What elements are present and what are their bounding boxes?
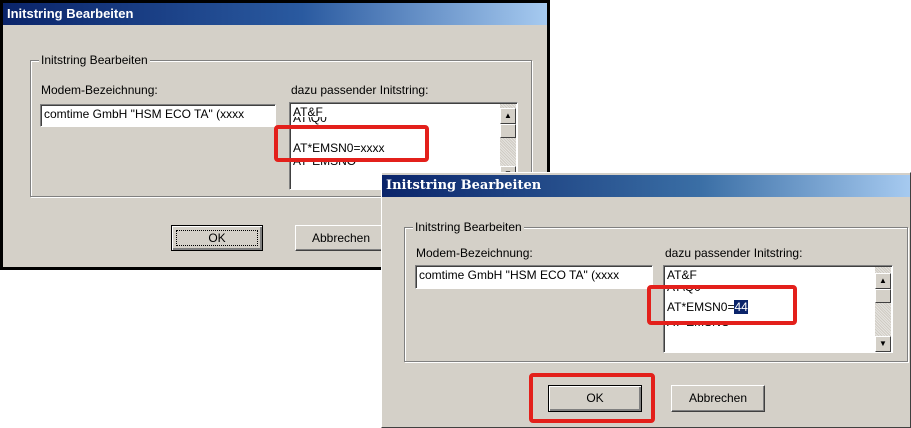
initstring-line: AT&F (667, 268, 697, 282)
scroll-up-button[interactable]: ▲ (875, 273, 891, 289)
group-label: Initstring Bearbeiten (39, 53, 150, 67)
ok-button[interactable]: OK (171, 225, 263, 251)
modem-label: Modem-Bezeichnung: (41, 83, 158, 97)
modem-input[interactable]: comtime GmbH "HSM ECO TA" (xxxx (415, 265, 653, 289)
cancel-button-label: Abbrechen (311, 231, 371, 245)
initstring-line: AT\Q0 (293, 117, 327, 125)
ok-button-label: OK (208, 231, 226, 245)
annotation-highlight (274, 125, 429, 162)
dialog-title: Initstring Bearbeiten (382, 175, 910, 197)
scroll-up-button[interactable]: ▲ (500, 108, 516, 124)
modem-input[interactable]: comtime GmbH "HSM ECO TA" (xxxx (40, 104, 276, 127)
scroll-down-button[interactable]: ▼ (875, 336, 891, 352)
cancel-button[interactable]: Abbrechen (671, 385, 765, 412)
initstring-label: dazu passender Initstring: (291, 83, 429, 97)
scroll-thumb[interactable] (500, 124, 516, 138)
dialog-title: Initstring Bearbeiten (3, 3, 547, 25)
cancel-button-label: Abbrechen (688, 391, 748, 405)
annotation-highlight (529, 373, 655, 423)
modem-label: Modem-Bezeichnung: (416, 246, 533, 260)
group-label: Initstring Bearbeiten (413, 220, 524, 234)
scroll-thumb[interactable] (875, 289, 891, 303)
cancel-button[interactable]: Abbrechen (295, 225, 387, 251)
initstring-label: dazu passender Initstring: (665, 246, 803, 260)
vertical-scrollbar[interactable]: ▲ ▼ (875, 267, 891, 352)
annotation-highlight (647, 285, 797, 325)
